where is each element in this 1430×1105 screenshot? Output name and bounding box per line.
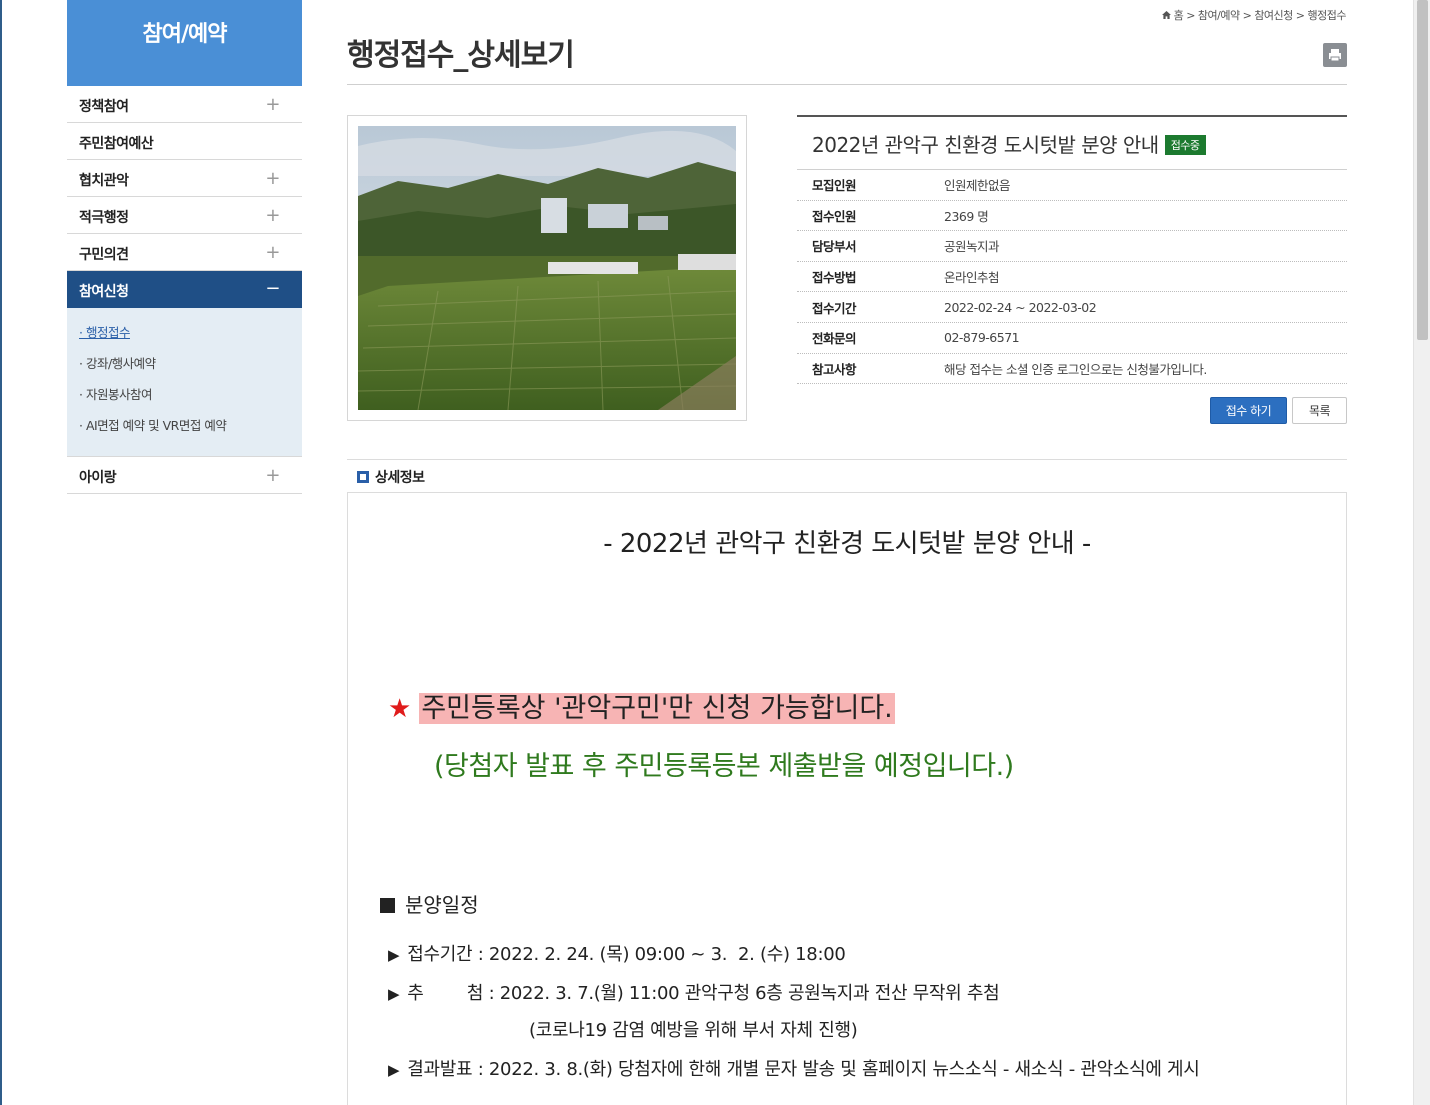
breadcrumb-separator: > — [1186, 9, 1195, 22]
breadcrumb-separator: > — [1242, 9, 1252, 22]
info-row-period: 접수기간 2022-02-24 ~ 2022-03-02 — [797, 292, 1347, 323]
section-divider — [347, 459, 1347, 460]
sidebar-item-kids[interactable]: 아이랑 + — [67, 457, 302, 494]
sidebar-item-label: 주민참여예산 — [79, 136, 154, 152]
apply-button[interactable]: 접수 하기 — [1210, 397, 1287, 424]
schedule-line-text: 접수기간 : 2022. 2. 24. (목) 09:00 ~ 3. 2. (수… — [407, 944, 846, 965]
info-row-department: 담당부서 공원녹지과 — [797, 231, 1347, 262]
page-scrollbar[interactable] — [1413, 0, 1430, 1105]
scrollbar-thumb[interactable] — [1417, 0, 1428, 340]
sidebar-item-label: 구민의견 — [79, 247, 129, 263]
breadcrumb-home[interactable]: 홈 — [1174, 9, 1184, 22]
page-title: 행정접수_상세보기 — [347, 38, 575, 73]
sidebar-item-policy[interactable]: 정책참여 + — [67, 86, 302, 123]
breadcrumb-participation[interactable]: 참여/예약 — [1198, 9, 1240, 22]
info-key: 접수기간 — [812, 300, 857, 316]
schedule-heading-text: 분양일정 — [405, 893, 479, 917]
sidebar-item-label: 아이랑 — [79, 470, 117, 486]
info-key: 참고사항 — [812, 361, 857, 377]
schedule-line-draw-note: (코로나19 감염 예방을 위해 부서 자체 진행) — [529, 1020, 858, 1041]
info-value: 02-879-6571 — [944, 330, 1020, 346]
breadcrumb: 홈 > 참여/예약 > 참여신청 > 행정접수 — [1161, 7, 1347, 23]
square-bullet-icon — [380, 898, 395, 913]
list-button[interactable]: 목록 — [1292, 397, 1347, 424]
info-row-applicants: 접수인원 2369 명 — [797, 201, 1347, 232]
info-row-method: 접수방법 온라인추첨 — [797, 262, 1347, 293]
breadcrumb-current[interactable]: 행정접수 — [1308, 9, 1347, 22]
schedule-line-draw: ▶ 추 첨 : 2022. 3. 7.(월) 11:00 관악구청 6층 공원녹지… — [388, 979, 1000, 1005]
plus-icon[interactable]: + — [265, 465, 280, 486]
print-icon — [1329, 49, 1341, 62]
window-left-border — [0, 0, 2, 1105]
sidebar-item-active-admin[interactable]: 적극행정 + — [67, 197, 302, 234]
home-icon[interactable] — [1161, 11, 1171, 19]
info-value: 온라인추첨 — [944, 270, 1000, 286]
sidebar-subitem-lecture[interactable]: · 강좌/행사예약 — [79, 353, 302, 384]
sidebar-subitem-volunteer[interactable]: · 자원봉사참여 — [79, 384, 302, 415]
print-button[interactable] — [1323, 43, 1347, 67]
info-key: 접수방법 — [812, 270, 857, 286]
application-title-row: 2022년 관악구 친환경 도시텃밭 분양 안내 접수중 — [797, 115, 1347, 170]
sidebar-item-cooperation[interactable]: 협치관악 + — [67, 160, 302, 197]
schedule-heading: 분양일정 — [380, 889, 479, 918]
breadcrumb-application[interactable]: 참여신청 — [1254, 9, 1293, 22]
sidebar-item-application[interactable]: 참여신청 − — [67, 271, 302, 308]
info-value: 2369 명 — [944, 208, 989, 224]
schedule-line-result: ▶ 결과발표 : 2022. 3. 8.(화) 당첨자에 한해 개별 문자 발송 … — [388, 1055, 1200, 1081]
breadcrumb-separator: > — [1295, 9, 1305, 22]
detail-section-title: 상세정보 — [375, 470, 425, 486]
application-info: 2022년 관악구 친환경 도시텃밭 분양 안내 접수중 모집인원 인원제한없음 접… — [797, 115, 1347, 385]
sidebar: 참여/예약 정책참여 + 주민참여예산 협치관악 + 적극행정 + 구민의견 +… — [67, 0, 302, 494]
sidebar-item-label: 정책참여 — [79, 99, 129, 115]
minus-icon[interactable]: − — [265, 278, 280, 299]
sidebar-item-budget[interactable]: 주민참여예산 — [67, 123, 302, 160]
photo-frame — [347, 115, 747, 421]
sidebar-submenu: · 행정접수 · 강좌/행사예약 · 자원봉사참여 · AI면접 예약 및 VR… — [67, 308, 302, 457]
sidebar-item-label: 참여신청 — [79, 284, 129, 300]
sidebar-title: 참여/예약 — [67, 0, 302, 86]
detail-title: - 2022년 관악구 친환경 도시텃밭 분양 안내 - — [603, 529, 1091, 559]
triangle-bullet-icon: ▶ — [388, 985, 400, 1003]
sidebar-subitem-ai-interview[interactable]: · AI면접 예약 및 VR면접 예약 — [79, 415, 302, 446]
plus-icon[interactable]: + — [265, 168, 280, 189]
info-value: 해당 접수는 소셜 인증 로그인으로는 신청불가입니다. — [944, 361, 1207, 377]
info-value: 2022-02-24 ~ 2022-03-02 — [944, 299, 1097, 315]
info-key: 담당부서 — [812, 239, 857, 255]
info-row-phone: 전화문의 02-879-6571 — [797, 323, 1347, 354]
info-row-note: 참고사항 해당 접수는 소셜 인증 로그인으로는 신청불가입니다. — [797, 354, 1347, 385]
sidebar-subitem-admin-reception[interactable]: · 행정접수 — [79, 322, 302, 353]
plus-icon[interactable]: + — [265, 242, 280, 263]
detail-section-icon — [357, 471, 369, 483]
urban-farm-photo — [358, 126, 736, 410]
document-notice: (당첨자 발표 후 주민등록등본 제출받을 예정입니다.) — [434, 751, 1014, 782]
info-key: 접수인원 — [812, 208, 857, 224]
sidebar-item-label: 협치관악 — [79, 173, 129, 189]
plus-icon[interactable]: + — [265, 94, 280, 115]
status-badge: 접수중 — [1164, 135, 1206, 155]
schedule-line-text: 결과발표 : 2022. 3. 8.(화) 당첨자에 한해 개별 문자 발송 및… — [407, 1059, 1200, 1080]
info-value: 공원녹지과 — [944, 239, 1000, 255]
triangle-bullet-icon: ▶ — [388, 1061, 400, 1079]
plus-icon[interactable]: + — [265, 205, 280, 226]
sidebar-item-label: 적극행정 — [79, 210, 129, 226]
title-divider — [347, 84, 1347, 85]
schedule-line-period: ▶ 접수기간 : 2022. 2. 24. (목) 09:00 ~ 3. 2. (… — [388, 940, 846, 966]
schedule-line-text: 추 첨 : 2022. 3. 7.(월) 11:00 관악구청 6층 공원녹지과… — [407, 983, 1000, 1004]
info-key: 전화문의 — [812, 331, 857, 347]
eligibility-highlight: 주민등록상 '관악구민'만 신청 가능합니다. — [419, 693, 895, 724]
eligibility-notice: ★ 주민등록상 '관악구민'만 신청 가능합니다. — [388, 686, 895, 725]
application-title: 2022년 관악구 친환경 도시텃밭 분양 안내 — [812, 133, 1159, 157]
info-value: 인원제한없음 — [944, 178, 1011, 194]
triangle-bullet-icon: ▶ — [388, 946, 400, 964]
info-row-capacity: 모집인원 인원제한없음 — [797, 170, 1347, 201]
star-icon: ★ — [388, 694, 412, 724]
info-key: 모집인원 — [812, 178, 857, 194]
detail-content: - 2022년 관악구 친환경 도시텃밭 분양 안내 - ★ 주민등록상 '관악구… — [347, 492, 1347, 1105]
sidebar-item-opinion[interactable]: 구민의견 + — [67, 234, 302, 271]
detail-section-header: 상세정보 — [357, 467, 425, 487]
